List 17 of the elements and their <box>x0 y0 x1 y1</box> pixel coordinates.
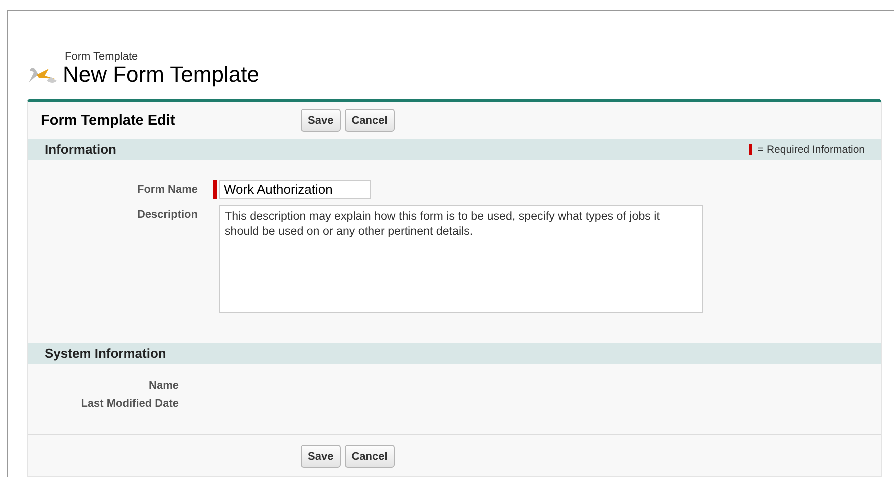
description-field[interactable]: This description may explain how this form is to be used, specify what types of jobs it should be used on or any other pertinent details. <box>219 205 703 313</box>
section-title: System Information <box>45 346 166 361</box>
action-button[interactable]: Save <box>301 109 341 132</box>
field-label: Name <box>148 379 179 392</box>
breadcrumb: Form Template <box>65 51 140 63</box>
field-label: Last Modified Date <box>80 397 179 410</box>
action-button[interactable]: Cancel <box>344 109 395 132</box>
page-title: New Form Template <box>63 63 260 87</box>
action-button[interactable]: Save <box>301 445 341 468</box>
field-label: Description <box>136 208 198 223</box>
form-name-field[interactable]: Work Authorization <box>219 180 371 199</box>
section-title: Information <box>45 142 116 157</box>
panel-title: Form Template Edit <box>41 112 176 128</box>
field-label: Form Name <box>136 183 198 198</box>
required-icon <box>748 144 752 155</box>
action-button[interactable]: Cancel <box>344 445 395 468</box>
legend-text: = Required Information <box>758 144 865 156</box>
